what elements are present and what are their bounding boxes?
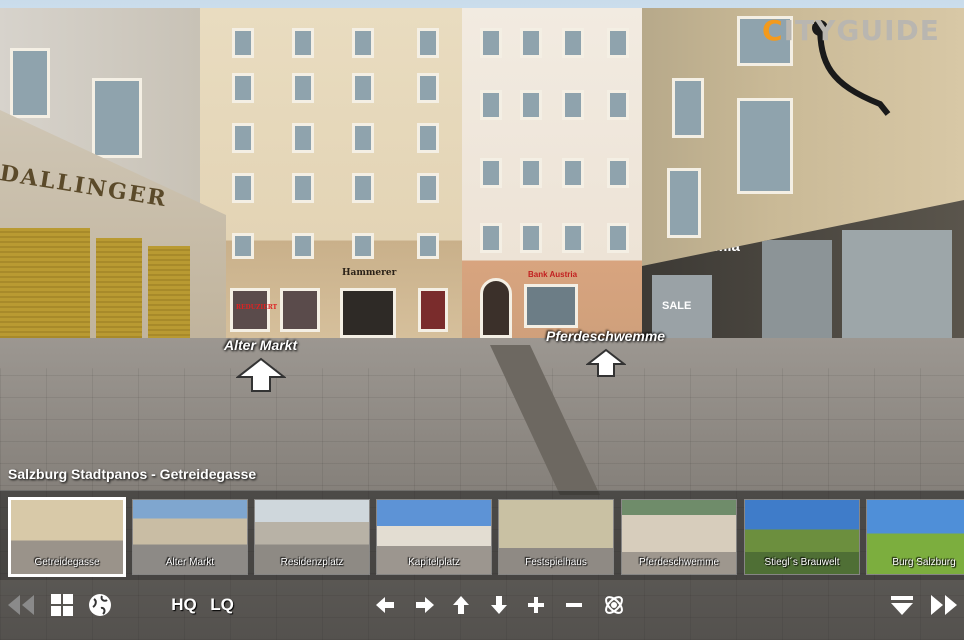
logo-letter: C [762,14,784,47]
arrow-up-icon[interactable] [449,592,473,618]
hq-label: HQ [171,595,197,614]
shop-sign-hammerer: Hammerer [342,268,397,278]
thumbnail-label: Alter Markt [165,557,215,568]
building-center-right: Bank Austria [462,8,647,340]
building-center-left: Hammerer REDUZIERT [192,8,464,340]
sale-window-sign: SALE [662,300,692,312]
hotspot-label: Alter Markt [224,337,298,353]
hotspot-alter-markt[interactable]: Alter Markt [224,337,297,393]
thumbnail-pferdeschwemme[interactable]: Pferdeschwemme [621,499,737,575]
plus-icon[interactable] [524,592,548,618]
minus-icon[interactable] [562,592,586,618]
hotspot-label: Pferdeschwemme [546,328,666,344]
thumbnail-burg-salzburg[interactable]: Burg Salzburg [866,499,964,575]
arrow-right-icon[interactable] [412,592,438,618]
thumbnail-label: Stiegl´s Brauwelt [764,557,840,568]
thumbnail-label: Residenzplatz [280,557,344,568]
thumbnail-kapitelplatz[interactable]: Kapitelplatz [376,499,492,575]
hq-button[interactable]: HQ [168,592,200,618]
arrow-up-icon [235,357,286,392]
thumbnail-getreidegasse[interactable]: Getreidegasse [8,497,126,577]
hide-bar-icon[interactable] [888,592,916,618]
thumbnail-residenzplatz[interactable]: Residenzplatz [254,499,370,575]
arrow-left-icon[interactable] [372,592,398,618]
cityguide-logo: CITYGUIDE [762,14,940,47]
thumbnail-strip: Getreidegasse Alter Markt Residenzplatz Kap… [0,490,964,580]
globe-icon[interactable] [86,592,114,618]
thumbnail-label: Kapitelplatz [408,557,460,568]
sale-sign: REDUZIERT [236,304,278,311]
thumbnail-festspielhaus[interactable]: Festspielhaus [498,499,614,575]
thumbnail-stiegl-s-brauwelt[interactable]: Stiegl´s Brauwelt [744,499,860,575]
bank-sign: Bank Austria [528,270,578,279]
thumbnail-label: Getreidegasse [34,557,100,568]
arrow-up-icon [585,348,626,377]
hotspot-pferdeschwemme[interactable]: Pferdeschwemme [546,328,665,378]
thumbnail-alter-markt[interactable]: Alter Markt [132,499,248,575]
thumbnail-label: Burg Salzburg [892,557,956,568]
gyroscope-icon[interactable] [600,592,628,618]
rewind-icon[interactable] [6,592,36,618]
thumbnail-label: Pferdeschwemme [638,557,720,568]
thumbnail-label: Festspielhaus [525,557,587,568]
lq-label: LQ [210,595,234,614]
lq-button[interactable]: LQ [206,592,238,618]
logo-text: ITYGUIDE [783,14,940,47]
grid-icon[interactable] [48,592,76,618]
control-bar: HQ LQ [0,580,964,640]
panorama-title: Salzburg Stadtpanos - Getreidegasse [8,466,257,482]
arrow-down-icon[interactable] [487,592,511,618]
fast-forward-icon[interactable] [928,592,960,618]
